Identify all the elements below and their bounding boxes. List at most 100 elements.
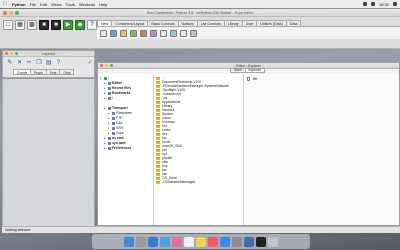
save-icon[interactable]: ▩ [27,20,37,30]
tab-shell[interactable]: Shell [230,68,246,73]
inspector-property-area[interactable] [2,79,95,226]
folder-icon [156,176,160,180]
terminal-icon[interactable] [256,236,266,247]
folder-icon [156,84,160,88]
inspector-toolbar: ✎ ✕ ✂ ❐ ▤ ? ✓ [3,57,94,68]
post-icon[interactable]: ✓ [86,59,94,67]
tree-item[interactable]: ▸ Preferences [100,146,151,151]
menu-help[interactable]: Help [99,2,107,7]
folder-icon [156,132,160,136]
folder-icon [156,136,160,140]
open-file-icon[interactable]: ▦ [15,20,25,30]
main-window-title: Box Constructor - Python 3.8 - wxPython … [147,11,253,15]
minimize-window-button[interactable] [9,11,13,15]
new-file-icon[interactable]: □ [3,20,13,30]
help-icon[interactable]: ? [55,59,63,67]
editor-close-button[interactable] [100,64,103,67]
mail-icon[interactable] [160,236,170,247]
list-item-label: .OSInstallerMessages [162,180,196,184]
component-panel-icon[interactable] [130,29,137,37]
folder-icon [156,152,160,156]
photos-icon[interactable] [172,236,182,247]
dock [92,234,310,249]
folder-icon [156,168,160,172]
menu-bar:  Python File Edit Views Tools Windows H… [0,0,400,8]
wifi-icon[interactable] [362,2,367,6]
paste-icon[interactable]: ▤ [45,59,53,67]
debug-icon[interactable]: ◆ [75,20,85,30]
menu-app-name[interactable]: Python [12,2,26,7]
folder-icon [156,112,160,116]
editor-zoom-button[interactable] [110,64,113,67]
component-module-icon[interactable] [140,29,147,37]
menu-views[interactable]: Views [51,2,62,7]
tab-props[interactable]: Props [30,69,47,75]
file-icon [247,77,250,81]
inspector-icon[interactable]: ■ [39,20,49,30]
detail-item-label: .file [252,77,258,81]
component-dialog-icon[interactable] [120,29,127,37]
tree-item-label: Preferences [112,146,132,150]
menu-windows[interactable]: Windows [79,2,95,7]
menu-tools[interactable]: Tools [66,2,75,7]
inspector-minimize-button[interactable] [10,52,13,55]
delete-icon[interactable]: ✕ [16,59,24,67]
component-text-icon[interactable] [160,29,167,37]
menu-edit[interactable]: Edit [40,2,47,7]
component-package-icon[interactable] [150,29,157,37]
tab-evts[interactable]: Evts [45,69,61,75]
menu-clock[interactable]: 18:30 [379,2,389,7]
finder-icon[interactable] [124,236,134,247]
folder-icon [108,92,111,95]
inspector-close-button[interactable] [5,52,8,55]
component-xrc-icon[interactable] [180,29,187,37]
component-zope-icon[interactable] [190,29,197,37]
component-frame-icon[interactable] [110,29,117,37]
folder-icon [156,116,160,120]
launchpad-icon[interactable] [136,236,146,247]
copy-icon[interactable]: ❐ [35,59,43,67]
folder-icon [156,96,160,100]
safari-icon[interactable] [148,236,158,247]
menu-file[interactable]: File [30,2,36,7]
editor-tabs: Shell Explorer [230,68,266,73]
tab-explorer[interactable]: Explorer [244,68,266,73]
settings-icon[interactable] [232,236,242,247]
folder-icon [112,122,115,125]
folder-icon [156,124,160,128]
trash-icon[interactable] [268,236,278,247]
folder-icon [112,112,115,115]
status-bar: Nothing selected [2,226,400,233]
component-setup-icon[interactable] [170,29,177,37]
appstore-icon[interactable] [220,236,230,247]
battery-icon[interactable] [370,2,375,6]
apple-menu-icon[interactable]:  [3,1,8,7]
edit-icon[interactable]: ✎ [6,59,14,67]
python-icon[interactable] [244,236,254,247]
explorer-file-list: .. DocumentRevisions-V100 .PKInstallSandbo… [154,74,244,225]
inspector-zoom-button[interactable] [15,52,18,55]
search-icon[interactable] [393,2,397,6]
folder-icon [156,108,160,112]
folder-icon [108,137,111,140]
editor-icon[interactable]: ■ [51,20,61,30]
editor-window: Editor - Explorer Shell Explorer ▸ / ▸ Edit… [97,62,400,226]
cut-icon[interactable]: ✂ [25,59,33,67]
folder-icon [112,117,115,120]
detail-item[interactable]: .file [247,77,396,81]
zoom-window-button[interactable] [15,11,19,15]
drive-icon [104,77,107,80]
tab-constr[interactable]: Constr [13,69,31,75]
notes-icon[interactable] [196,236,206,247]
close-window-button[interactable] [3,11,7,15]
help-icon[interactable]: ? [87,20,97,30]
music-icon[interactable] [208,236,218,247]
folder-icon [108,142,111,145]
run-icon[interactable]: ▶ [63,20,73,30]
folder-icon [156,164,160,168]
tab-objs[interactable]: Objs [59,69,75,75]
calendar-icon[interactable] [184,236,194,247]
editor-minimize-button[interactable] [105,64,108,67]
component-app-icon[interactable] [100,29,107,37]
list-item[interactable]: .OSInstallerMessages [156,180,241,184]
